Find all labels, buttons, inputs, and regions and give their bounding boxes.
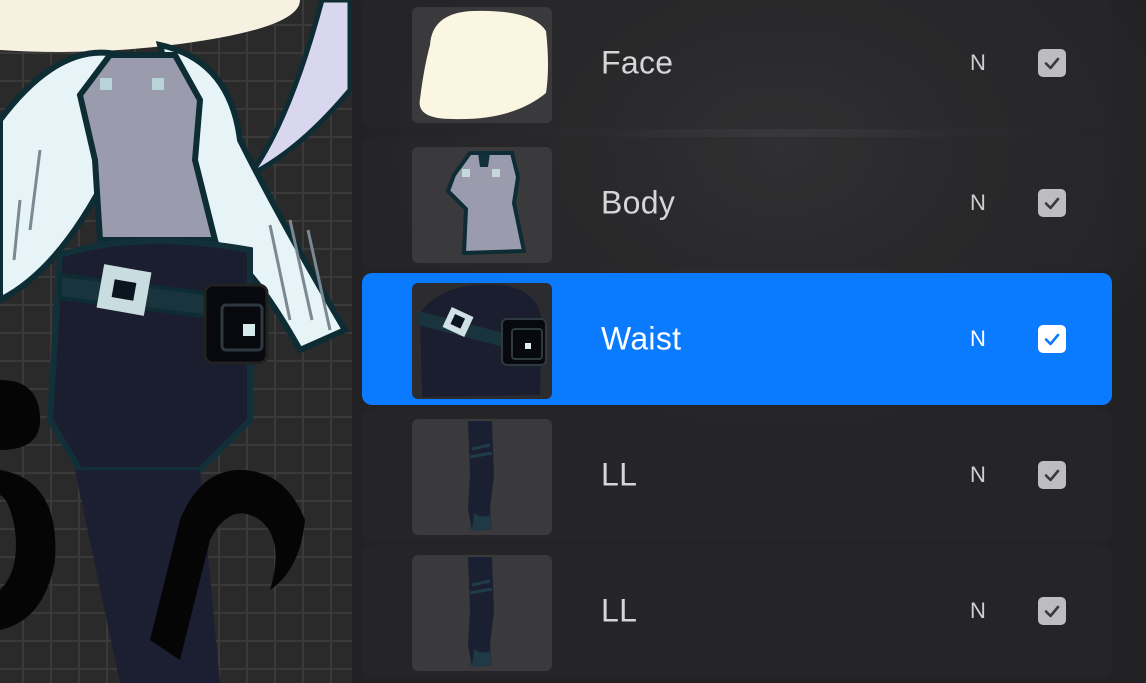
blend-mode-button[interactable]: N: [970, 50, 986, 76]
layer-row-waist[interactable]: Waist N: [362, 273, 1112, 405]
checkmark-icon: [1044, 605, 1060, 618]
layer-row-ll[interactable]: LL N: [362, 545, 1112, 677]
blend-mode-button[interactable]: N: [970, 190, 986, 216]
blend-mode-button[interactable]: N: [970, 462, 986, 488]
layers-panel: Face N Body N Waist N LL N LL N: [352, 0, 1146, 683]
blend-mode-button[interactable]: N: [970, 326, 986, 352]
visibility-checkbox[interactable]: [1038, 189, 1066, 217]
visibility-checkbox[interactable]: [1038, 49, 1066, 77]
checkmark-icon: [1044, 469, 1060, 482]
face-thumbnail[interactable]: [412, 7, 552, 123]
drawing-canvas[interactable]: [0, 0, 352, 683]
visibility-checkbox[interactable]: [1038, 325, 1066, 353]
blend-mode-button[interactable]: N: [970, 598, 986, 624]
layer-name: Waist: [601, 320, 682, 357]
body-thumbnail[interactable]: [412, 147, 552, 263]
leg-thumbnail[interactable]: [412, 419, 552, 535]
layer-name: Body: [601, 184, 676, 221]
visibility-checkbox[interactable]: [1038, 597, 1066, 625]
checkmark-icon: [1044, 197, 1060, 210]
visibility-checkbox[interactable]: [1038, 461, 1066, 489]
leg-thumbnail[interactable]: [412, 555, 552, 671]
layer-row-ll[interactable]: LL N: [362, 409, 1112, 541]
pixel-art-figure: [0, 0, 352, 683]
layer-row-body[interactable]: Body N: [362, 137, 1112, 269]
layer-row-face[interactable]: Face N: [362, 0, 1112, 129]
waist-thumbnail[interactable]: [412, 283, 552, 399]
layer-name: Face: [601, 44, 674, 81]
checkmark-icon: [1044, 333, 1060, 346]
layer-name: LL: [601, 456, 638, 493]
checkmark-icon: [1044, 57, 1060, 70]
layer-name: LL: [601, 592, 638, 629]
